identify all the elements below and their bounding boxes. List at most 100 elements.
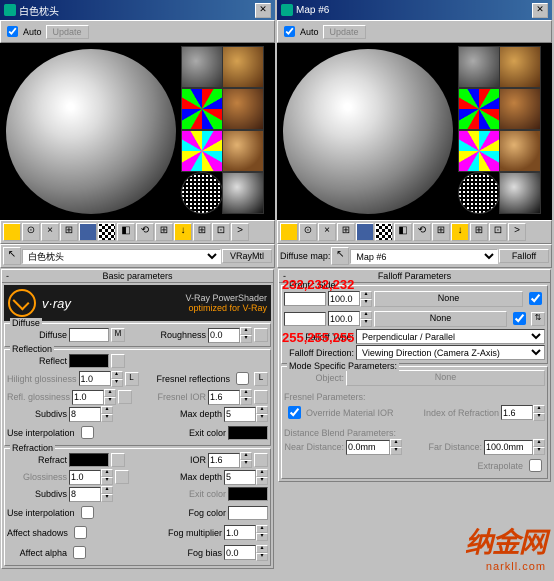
thumb[interactable] <box>222 172 264 214</box>
tool-icon[interactable]: ↓ <box>174 223 192 241</box>
auto-checkbox[interactable]: Auto <box>3 23 42 40</box>
toolbar: ⊙ × ⊞ ◧ ⟲ ⊞ ↓ ⊞ ⊡ > <box>0 220 275 244</box>
auto-checkbox[interactable]: Auto <box>280 23 319 40</box>
tool-icon[interactable]: ⊞ <box>155 223 173 241</box>
annotation: 255,255,255 <box>282 330 354 345</box>
tool-icon[interactable] <box>356 223 374 241</box>
update-button[interactable]: Update <box>323 25 366 39</box>
titlebar-left[interactable]: 白色枕头 ✕ <box>0 0 275 20</box>
interp-checkbox[interactable] <box>81 426 94 439</box>
watermark: 纳金网 narkll.com <box>465 521 546 573</box>
tool-icon[interactable]: ⊞ <box>60 223 78 241</box>
falloff-type-select[interactable]: Perpendicular / Parallel <box>356 329 545 344</box>
thumb[interactable] <box>458 130 500 172</box>
thumb[interactable] <box>181 88 223 130</box>
material-sphere[interactable] <box>6 49 176 214</box>
annotation: 232,232,232 <box>282 277 354 292</box>
thumb[interactable] <box>499 130 541 172</box>
diffuse-map-slot[interactable]: M <box>111 328 125 342</box>
app-icon <box>281 4 293 16</box>
tool-icon[interactable]: ↓ <box>451 223 469 241</box>
left-panel: 白色枕头 ✕ Auto Update ⊙ × ⊞ ◧ ⟲ ⊞ ↓ ⊞ ⊡ > ↖… <box>0 0 275 570</box>
tool-icon[interactable]: > <box>508 223 526 241</box>
thumb[interactable] <box>222 46 264 88</box>
thumb[interactable] <box>458 88 500 130</box>
map-type-button[interactable]: Falloff <box>499 249 549 263</box>
material-name-field[interactable]: 白色枕头 <box>22 249 221 264</box>
thumb[interactable] <box>222 88 264 130</box>
tool-icon[interactable]: ⊞ <box>193 223 211 241</box>
diffuse-swatch[interactable] <box>69 328 109 342</box>
material-sphere[interactable] <box>283 49 453 214</box>
close-icon[interactable]: ✕ <box>255 3 271 18</box>
tool-icon[interactable] <box>280 223 298 241</box>
window-title: 白色枕头 <box>19 3 255 18</box>
tool-icon[interactable] <box>3 223 21 241</box>
tool-icon[interactable]: ⊙ <box>22 223 40 241</box>
app-icon <box>4 4 16 16</box>
fresnel-ior-input[interactable] <box>208 390 240 405</box>
tool-icon[interactable]: ⟲ <box>413 223 431 241</box>
pick-icon[interactable]: ↖ <box>331 247 349 265</box>
tool-icon[interactable]: ⊙ <box>299 223 317 241</box>
front-swatch[interactable] <box>284 292 326 306</box>
thumb[interactable] <box>458 172 500 214</box>
tool-icon[interactable]: ⊡ <box>489 223 507 241</box>
spinner-icon[interactable]: ▴▾ <box>240 327 252 343</box>
exit-swatch[interactable] <box>228 426 268 440</box>
side-swatch[interactable] <box>284 312 326 326</box>
tool-icon[interactable]: ⟲ <box>136 223 154 241</box>
roughness-input[interactable] <box>208 328 240 343</box>
tool-icon[interactable]: ◧ <box>117 223 135 241</box>
side-map-button[interactable]: None <box>374 311 507 327</box>
object-button[interactable]: None <box>346 370 545 386</box>
thumb[interactable] <box>222 130 264 172</box>
tool-icon[interactable]: ⊞ <box>470 223 488 241</box>
map-slot[interactable] <box>254 328 268 342</box>
tool-icon[interactable] <box>98 223 116 241</box>
material-type-button[interactable]: VRayMtl <box>222 249 272 263</box>
maxdepth-input[interactable] <box>224 407 256 422</box>
rollup-header[interactable]: -Basic parameters <box>2 270 273 283</box>
tool-icon[interactable] <box>375 223 393 241</box>
thumb[interactable] <box>499 88 541 130</box>
hilight-input[interactable] <box>79 371 111 386</box>
close-icon[interactable]: ✕ <box>532 3 548 18</box>
pick-icon[interactable]: ↖ <box>3 247 21 265</box>
map-slot[interactable] <box>111 354 125 368</box>
titlebar-right[interactable]: Map #6 ✕ <box>277 0 552 20</box>
thumb[interactable] <box>181 46 223 88</box>
reflection-group: Reflection Reflect Hilight glossiness ▴▾… <box>4 349 271 446</box>
map-name-field[interactable]: Map #6 <box>350 249 498 264</box>
refract-swatch[interactable] <box>69 453 109 467</box>
thumb[interactable] <box>499 172 541 214</box>
thumb[interactable] <box>181 130 223 172</box>
tool-icon[interactable]: ◧ <box>394 223 412 241</box>
exit-swatch2[interactable] <box>228 487 268 501</box>
reflect-swatch[interactable] <box>69 354 109 368</box>
tool-icon[interactable]: ⊡ <box>212 223 230 241</box>
thumb[interactable] <box>499 46 541 88</box>
vray-banner: v·ray V-Ray PowerShaderoptimized for V-R… <box>4 285 271 321</box>
ior-input[interactable] <box>208 453 240 468</box>
update-button[interactable]: Update <box>46 25 89 39</box>
tool-icon[interactable]: × <box>41 223 59 241</box>
refl-gloss-input[interactable] <box>72 390 104 405</box>
tool-icon[interactable]: ⊞ <box>337 223 355 241</box>
tool-icon[interactable]: > <box>231 223 249 241</box>
tool-icon[interactable] <box>79 223 97 241</box>
front-map-button[interactable]: None <box>374 291 523 307</box>
tool-icon[interactable]: × <box>318 223 336 241</box>
toolbar: ⊙ × ⊞ ◧ ⟲ ⊞ ↓ ⊞ ⊡ > <box>277 220 552 244</box>
lock-icon[interactable]: L <box>254 372 268 386</box>
lock-button[interactable]: L <box>125 372 139 386</box>
subdivs-input[interactable] <box>69 407 101 422</box>
thumb[interactable] <box>181 172 223 214</box>
tool-icon[interactable]: ⊞ <box>432 223 450 241</box>
falloff-dir-select[interactable]: Viewing Direction (Camera Z-Axis) <box>356 345 545 360</box>
override-ior-checkbox[interactable] <box>288 406 301 419</box>
fresnel-checkbox[interactable] <box>236 372 249 385</box>
fog-swatch[interactable] <box>228 506 268 520</box>
swap-icon[interactable]: ⇅ <box>531 312 545 326</box>
thumb[interactable] <box>458 46 500 88</box>
